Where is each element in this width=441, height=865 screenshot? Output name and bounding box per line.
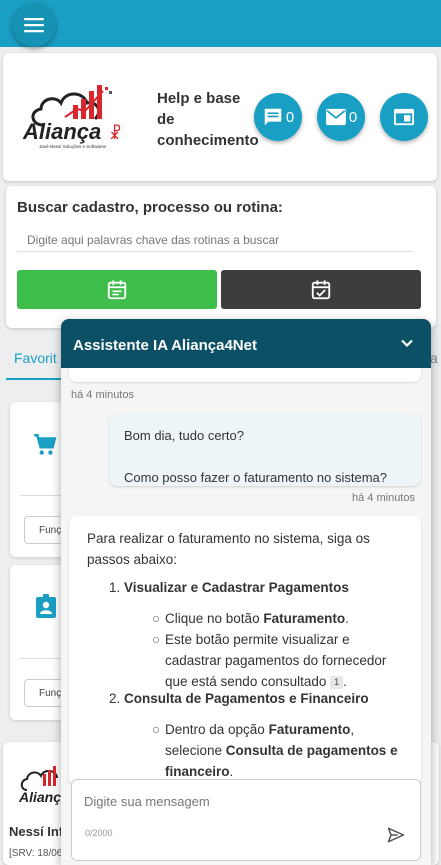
svg-text:☧: ☧ [109,124,122,143]
calendar-check-button[interactable] [221,270,421,309]
tab-favoritos[interactable]: Favorit [6,334,66,380]
mail-count: 0 [348,108,358,126]
bullet-item: ○ Dentro da opção Faturamento, selecione… [152,722,398,779]
chat-button[interactable]: 0 [254,93,302,141]
chat-count: 0 [285,108,295,126]
calendar-notes-button[interactable] [17,270,217,309]
send-icon[interactable] [386,825,406,845]
user-message: Bom dia, tudo certo? Como posso fazer o … [109,413,421,486]
hamburger-icon [24,18,44,33]
routine-search-input[interactable] [17,228,412,252]
step-title: Visualizar e Cadastrar Pagamentos [124,580,349,595]
calendar-notes-icon [107,279,127,299]
assistant-message: Para realizar o faturamento no sistema, … [69,516,421,786]
alianca-small-logo: Aliança [18,766,65,805]
top-app-bar [0,0,441,47]
cart-icon [34,433,57,455]
dashboard-button[interactable] [380,93,428,141]
bullet-item: ○ Clique no botão Faturamento. [152,611,349,626]
assistant-intro: Para realizar o faturamento no sistema, … [87,531,370,567]
message-composer: 0/2000 [71,779,421,861]
help-knowledge-base-link[interactable]: Help e base de conhecimento [157,88,259,151]
step-item: 1. Visualizar e Cadastrar Pagamentos [109,580,349,595]
id-badge-icon [36,594,56,618]
tab-partial-right[interactable]: a [430,350,438,366]
user-message-line: Como posso fazer o faturamento no sistem… [124,470,388,485]
search-card: Buscar cadastro, processo ou rotina: [6,186,436,328]
small-logo-wordmark: Aliança [18,789,65,805]
message-input[interactable] [84,794,384,809]
logo-wordmark: Aliança [22,119,101,144]
calendar-check-icon [311,279,331,299]
alianca-logo: Aliança ☧ Javé-Nessí Soluções e Software… [21,81,131,151]
step-title: Consulta de Pagamentos e Financeiro [124,691,369,706]
company-name: Nessí Inf [9,824,64,839]
mail-button[interactable]: 0 [317,93,365,141]
mail-icon [325,108,346,126]
message-timestamp: há 4 minutos [352,492,415,504]
chat-title: Assistente IA Aliança4Net [73,337,257,354]
ai-assistant-chat: Assistente IA Aliança4Net há 4 minutos B… [61,319,431,865]
header-card: Aliança ☧ Javé-Nessí Soluções e Software… [3,53,437,181]
chat-header[interactable]: Assistente IA Aliança4Net [61,319,431,368]
logo-tagline: Javé-Nessí Soluções e Softwares [39,144,107,149]
chat-icon [264,108,282,126]
server-info: [SRV: 18/06 [9,848,63,859]
character-counter: 0/2000 [85,828,113,838]
chevron-down-icon[interactable] [397,333,417,353]
menu-button[interactable] [12,3,56,47]
search-title: Buscar cadastro, processo ou rotina: [17,199,283,216]
window-icon [394,108,414,126]
user-message-line: Bom dia, tudo certo? [124,428,244,443]
bullet-item: ○ Este botão permite visualizar e cadast… [152,632,387,689]
step-item: 2. Consulta de Pagamentos e Financeiro [109,691,369,706]
message-timestamp: há 4 minutos [71,389,134,401]
